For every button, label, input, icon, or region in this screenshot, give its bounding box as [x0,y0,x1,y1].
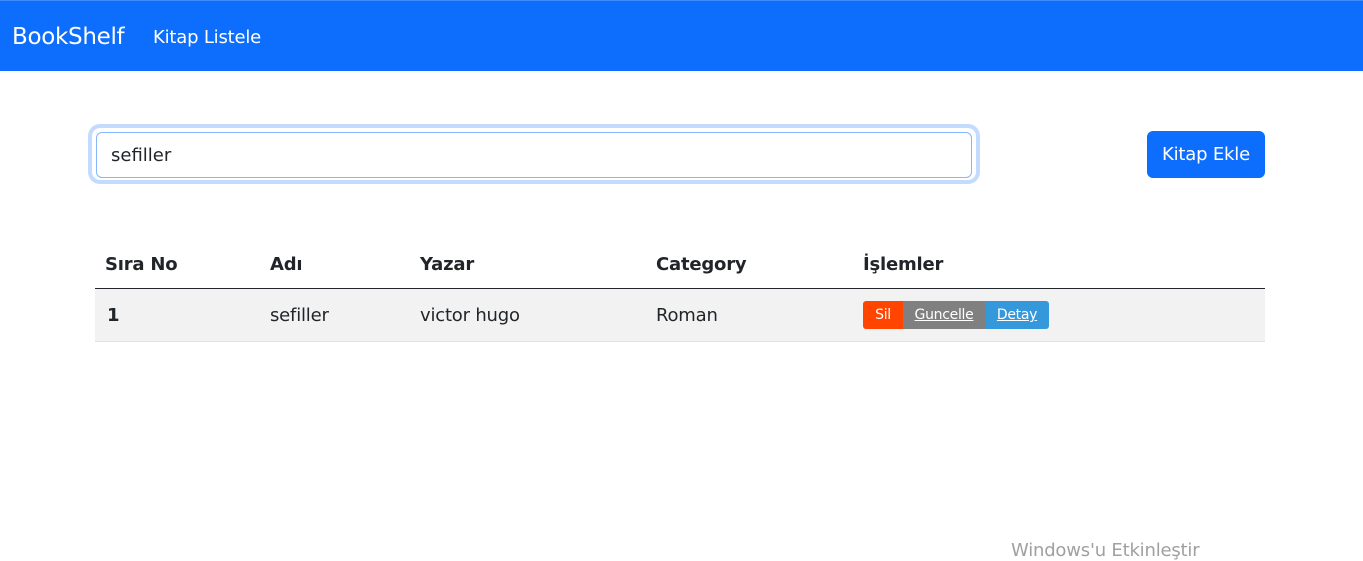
table-header-row: Sıra No Adı Yazar Category İşlemler [95,240,1265,289]
cell-category: Roman [656,288,863,342]
header-yazar: Yazar [420,240,656,289]
top-navbar: BookShelf Kitap Listele [0,0,1363,71]
detail-button[interactable]: Detay [985,301,1049,329]
add-book-button[interactable]: Kitap Ekle [1147,131,1265,178]
brand-logo[interactable]: BookShelf [12,20,125,54]
books-table: Sıra No Adı Yazar Category İşlemler 1 se… [95,240,1265,342]
header-islemler: İşlemler [863,240,1265,289]
search-input[interactable] [96,132,972,178]
update-button[interactable]: Guncelle [903,301,985,329]
header-sira-no: Sıra No [95,240,270,289]
header-adi: Adı [270,240,420,289]
action-group: Sil Guncelle Detay [863,301,1265,329]
nav-link-kitap-listele[interactable]: Kitap Listele [153,26,261,50]
cell-author: victor hugo [420,288,656,342]
windows-activation-watermark: Windows'u Etkinleştir [1011,540,1200,561]
table-row: 1 sefiller victor hugo Roman Sil Guncell… [95,288,1265,342]
header-category: Category [656,240,863,289]
delete-button[interactable]: Sil [863,301,903,329]
cell-name: sefiller [270,288,420,342]
cell-index: 1 [95,288,270,342]
cell-actions: Sil Guncelle Detay [863,288,1265,342]
